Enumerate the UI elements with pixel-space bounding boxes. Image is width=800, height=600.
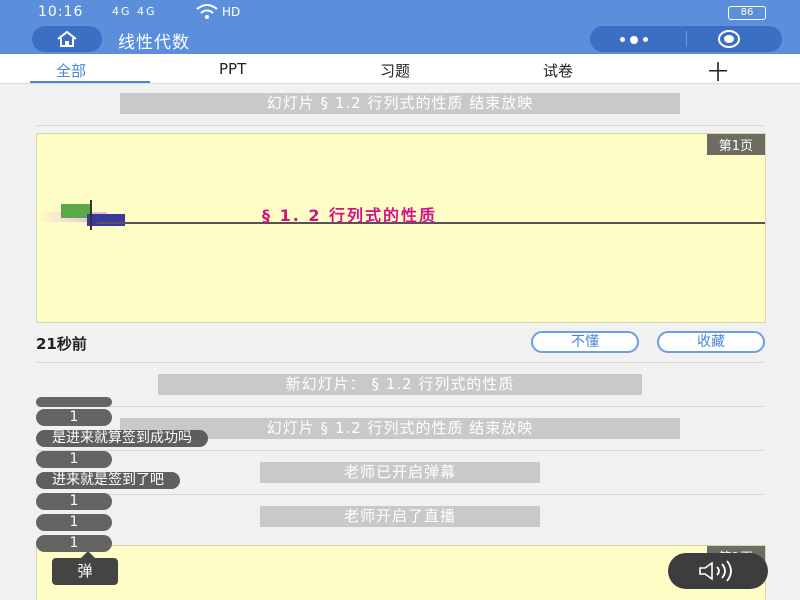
- divider: [36, 362, 764, 363]
- notice-danmu-on: 老师已开启弹幕: [260, 462, 540, 483]
- more-icon[interactable]: [620, 36, 648, 44]
- danmu-message: 1: [36, 535, 112, 552]
- page-title: 线性代数: [118, 33, 190, 53]
- not-understand-button[interactable]: 不懂: [531, 331, 639, 353]
- tab-exams[interactable]: 试卷: [543, 60, 573, 81]
- battery-icon: 86: [728, 6, 766, 20]
- danmu-message: 1: [36, 451, 112, 468]
- close-target-icon[interactable]: [718, 30, 740, 48]
- tab-add[interactable]: 十: [708, 56, 728, 85]
- notice-new-slide: 新幻灯片： § 1.2 行列式的性质: [158, 374, 642, 395]
- audio-button[interactable]: [668, 553, 768, 589]
- slide-page-tag: 第1页: [706, 134, 765, 155]
- danmu-message: 进来就是签到了吧: [36, 472, 180, 489]
- divider: [36, 494, 764, 495]
- status-time: 10:16: [38, 4, 84, 20]
- tab-exercises[interactable]: 习题: [380, 60, 410, 81]
- notice-live-on: 老师开启了直播: [260, 506, 540, 527]
- danmu-message: 1: [36, 409, 112, 426]
- danmu-message: 是进来就算签到成功吗: [36, 430, 208, 447]
- slide-decoration: [90, 200, 92, 230]
- wifi-icon: [195, 4, 219, 23]
- home-icon: [57, 30, 77, 47]
- signal-icon: 4G 4G: [112, 5, 157, 18]
- tab-all[interactable]: 全部: [56, 60, 86, 81]
- slide-card[interactable]: 第1页 § 1. 2 行列式的性质: [36, 133, 766, 323]
- timestamp: 21秒前: [36, 335, 87, 353]
- danmu-toggle-button[interactable]: 弹: [52, 551, 118, 585]
- favorite-button[interactable]: 收藏: [657, 331, 765, 353]
- tab-ppt[interactable]: PPT: [219, 60, 246, 78]
- status-bar: 10:16 4G 4G HD 86: [0, 0, 800, 26]
- capsule-divider: [686, 31, 687, 47]
- home-button[interactable]: [32, 26, 102, 52]
- slide-decoration: [87, 214, 125, 226]
- danmu-message: 1: [36, 493, 112, 510]
- notice-slide-ended: 幻灯片 § 1.2 行列式的性质 结束放映: [120, 93, 680, 114]
- tab-bar: 全部 PPT 习题 试卷 十: [0, 54, 800, 84]
- slide-title: § 1. 2 行列式的性质: [262, 206, 438, 225]
- speaker-icon: [699, 560, 732, 582]
- tab-underline: [30, 81, 150, 83]
- divider: [36, 125, 764, 126]
- danmu-message: [36, 397, 112, 407]
- danmu-message: 1: [36, 514, 112, 531]
- divider: [36, 406, 764, 407]
- mini-program-capsule: [590, 26, 782, 52]
- divider: [36, 450, 764, 451]
- slide-card[interactable]: 第1页: [36, 545, 766, 600]
- network-label: HD: [222, 5, 241, 19]
- app-bar: 线性代数: [0, 26, 800, 54]
